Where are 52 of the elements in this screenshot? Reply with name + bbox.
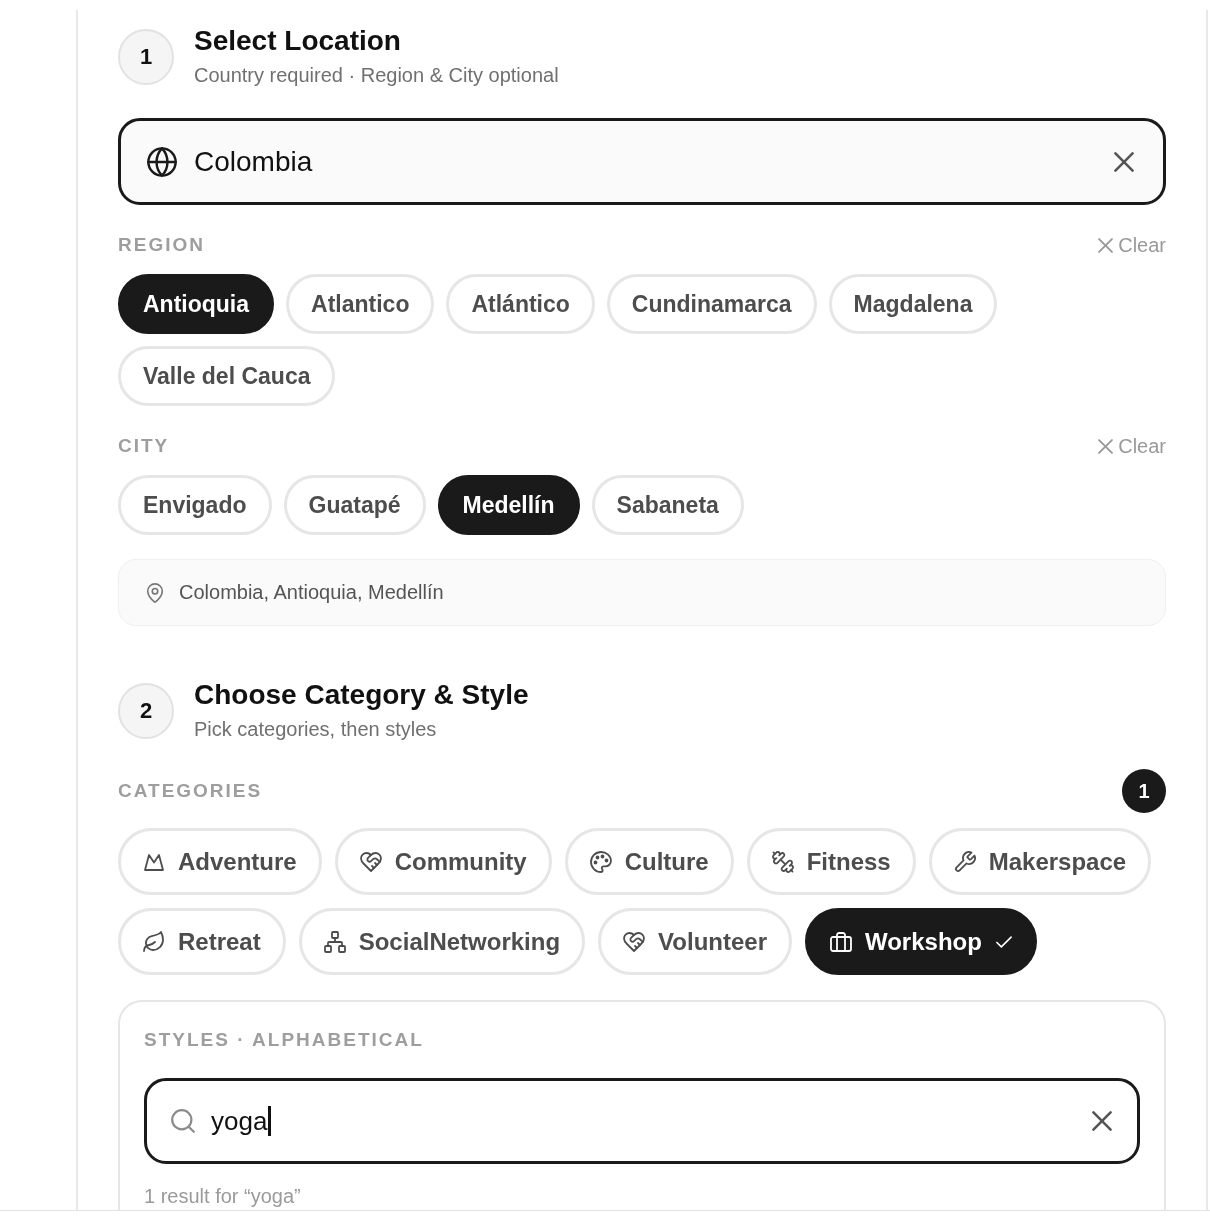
region-chip[interactable]: Atlantico [286,274,435,334]
step-title: Choose Category & Style [194,679,529,711]
search-field[interactable]: yoga [144,1078,1140,1164]
category-chip[interactable]: Volunteer [598,908,792,975]
step-subtitle: Country required · Region & City optional [194,63,559,88]
section-label: CATEGORIES [118,779,263,803]
region-chip[interactable]: Magdalena [828,274,998,334]
region-chip[interactable]: Valle del Cauca [118,346,336,406]
category-chip[interactable]: SocialNetworking [298,908,586,975]
location-text: Colombia, Antioquia, Medellín [179,581,444,604]
clear-button[interactable] [1089,1108,1115,1134]
close-icon [1098,237,1114,253]
count-badge: 1 [1122,769,1166,813]
category-chip[interactable]: Retreat [118,908,286,975]
search-icon [171,1109,195,1133]
city-chip[interactable]: Guatapé [283,475,426,535]
heart-handshake-icon [623,930,646,953]
leaf-icon [143,930,165,953]
category-chip[interactable]: Workshop [805,908,1037,975]
country-field[interactable]: Colombia [118,118,1166,205]
network-icon [323,930,346,953]
category-chip[interactable]: Community [334,828,552,895]
category-chip[interactable]: Makerspace [928,828,1152,895]
text-cursor-icon [268,1106,272,1136]
wrench-icon [953,850,976,873]
step-subtitle: Pick categories, then styles [194,717,438,742]
heart-handshake-icon [359,850,382,873]
map-pin-icon [145,582,165,603]
step-number: 2 [118,682,174,739]
region-chip[interactable]: Atlántico [446,274,595,334]
section-label: STYLES · ALPHABETICAL [144,1028,425,1052]
region-chip[interactable]: Cundinamarca [606,274,817,334]
globe-icon [147,146,177,177]
category-chip[interactable]: Culture [564,828,734,895]
palette-icon [589,850,612,873]
city-chip[interactable]: Envigado [118,475,272,535]
region-chip[interactable]: Antioquia [118,274,275,334]
step-title: Select Location [194,25,402,57]
close-icon [1092,1111,1112,1131]
section-label: REGION [118,233,205,257]
category-chip[interactable]: Adventure [118,828,322,895]
result-count: 1 result for “yoga” [144,1184,302,1209]
check-icon [995,933,1012,950]
city-chip[interactable]: Sabaneta [591,475,744,535]
city-chip[interactable]: Medellín [437,475,580,535]
close-icon [1098,438,1114,454]
section-label: CITY [118,434,170,458]
category-chip[interactable]: Fitness [746,828,916,895]
dumbbell-icon [771,850,794,873]
step-number: 1 [118,28,174,85]
close-icon [1114,151,1134,172]
briefcase-icon [830,930,852,953]
